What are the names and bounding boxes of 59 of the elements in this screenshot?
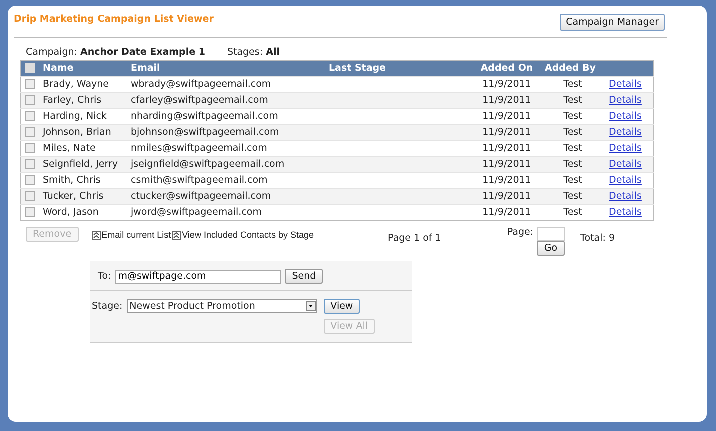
table-cell: Tucker, Chris (39, 188, 127, 204)
to-field[interactable]: m@swiftpage.com (115, 270, 282, 284)
table-cell: 11/9/2011 (473, 92, 541, 108)
page-field[interactable] (536, 227, 565, 241)
go-button[interactable]: Go (537, 241, 565, 256)
campaign-manager-button[interactable]: Campaign Manager (560, 14, 665, 31)
details-link[interactable]: Details (609, 111, 642, 122)
row-checkbox[interactable] (25, 207, 35, 218)
row-checkbox[interactable] (25, 111, 35, 122)
column-header: Name (39, 60, 127, 76)
row-checkbox[interactable] (25, 143, 35, 154)
table-cell: Test (541, 188, 605, 204)
table-cell: jseignfield@swiftpageemail.com (127, 156, 325, 172)
row-checkbox[interactable] (25, 191, 35, 202)
details-link[interactable]: Details (609, 175, 642, 186)
table-cell: Farley, Chris (39, 92, 127, 108)
select-all-checkbox[interactable] (25, 63, 35, 74)
column-header: Last Stage (325, 60, 473, 76)
row-checkbox[interactable] (25, 95, 35, 106)
column-header: Added By (541, 60, 605, 76)
page-title: Drip Marketing Campaign List Viewer (14, 14, 214, 25)
page-info: Page 1 of 1 (388, 233, 442, 244)
table-cell: Test (541, 204, 605, 220)
row-checkbox[interactable] (25, 127, 35, 138)
campaign-info: Campaign: Anchor Date Example 1 (26, 47, 206, 58)
view-button[interactable]: View (324, 299, 360, 314)
table-cell: Test (541, 92, 605, 108)
table-cell: cfarley@swiftpageemail.com (127, 92, 325, 108)
table-cell: jword@swiftpageemail.com (127, 204, 325, 220)
table-cell: Word, Jason (39, 204, 127, 220)
table-cell: bjohnson@swiftpageemail.com (127, 124, 325, 140)
view-contacts-link[interactable]: View Included Contacts by Stage (182, 230, 314, 240)
row-checkbox[interactable] (25, 159, 35, 170)
table-cell: Johnson, Brian (39, 124, 127, 140)
table-cell: Test (541, 156, 605, 172)
details-link[interactable]: Details (609, 143, 642, 154)
email-list-link[interactable]: Email current List (102, 230, 172, 240)
table-cell: Seignfield, Jerry (39, 156, 127, 172)
table-cell: Test (541, 124, 605, 140)
table-cell: 11/9/2011 (473, 156, 541, 172)
row-checkbox[interactable] (25, 175, 35, 186)
stage-label: Stage: (92, 301, 123, 312)
stages-info: Stages: All (227, 47, 280, 58)
column-header: Email (127, 60, 325, 76)
stage-dropdown[interactable]: Newest Product Promotion (126, 299, 317, 313)
table-cell: 11/9/2011 (473, 188, 541, 204)
page-label: Page: (507, 227, 534, 238)
table-cell: 11/9/2011 (473, 204, 541, 220)
contact-icon (172, 230, 182, 240)
table-cell: 11/9/2011 (473, 124, 541, 140)
send-button[interactable]: Send (285, 269, 324, 284)
total-count: Total: 9 (580, 233, 615, 244)
to-label: To: (98, 271, 112, 282)
contact-icon (92, 230, 101, 240)
column-header: Added On (473, 60, 541, 76)
details-link[interactable]: Details (609, 207, 642, 218)
row-checkbox[interactable] (25, 79, 35, 90)
details-link[interactable]: Details (609, 79, 642, 90)
table-cell: ctucker@swiftpageemail.com (127, 188, 325, 204)
